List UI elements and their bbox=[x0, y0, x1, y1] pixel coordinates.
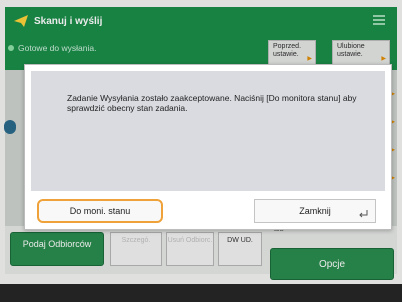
close-label: Zamknij bbox=[299, 206, 331, 216]
message-panel: Zadanie Wysyłania zostało zaakceptowane.… bbox=[31, 71, 385, 191]
enter-arrow-icon bbox=[359, 210, 368, 218]
status-monitor-label: Do moni. stanu bbox=[69, 206, 131, 216]
dialog-message: Zadanie Wysyłania zostało zaakceptowane.… bbox=[67, 93, 357, 113]
status-monitor-button[interactable]: Do moni. stanu bbox=[37, 199, 163, 223]
confirmation-dialog: Zadanie Wysyłania zostało zaakceptowane.… bbox=[24, 64, 392, 230]
close-button[interactable]: Zamknij bbox=[254, 199, 376, 223]
